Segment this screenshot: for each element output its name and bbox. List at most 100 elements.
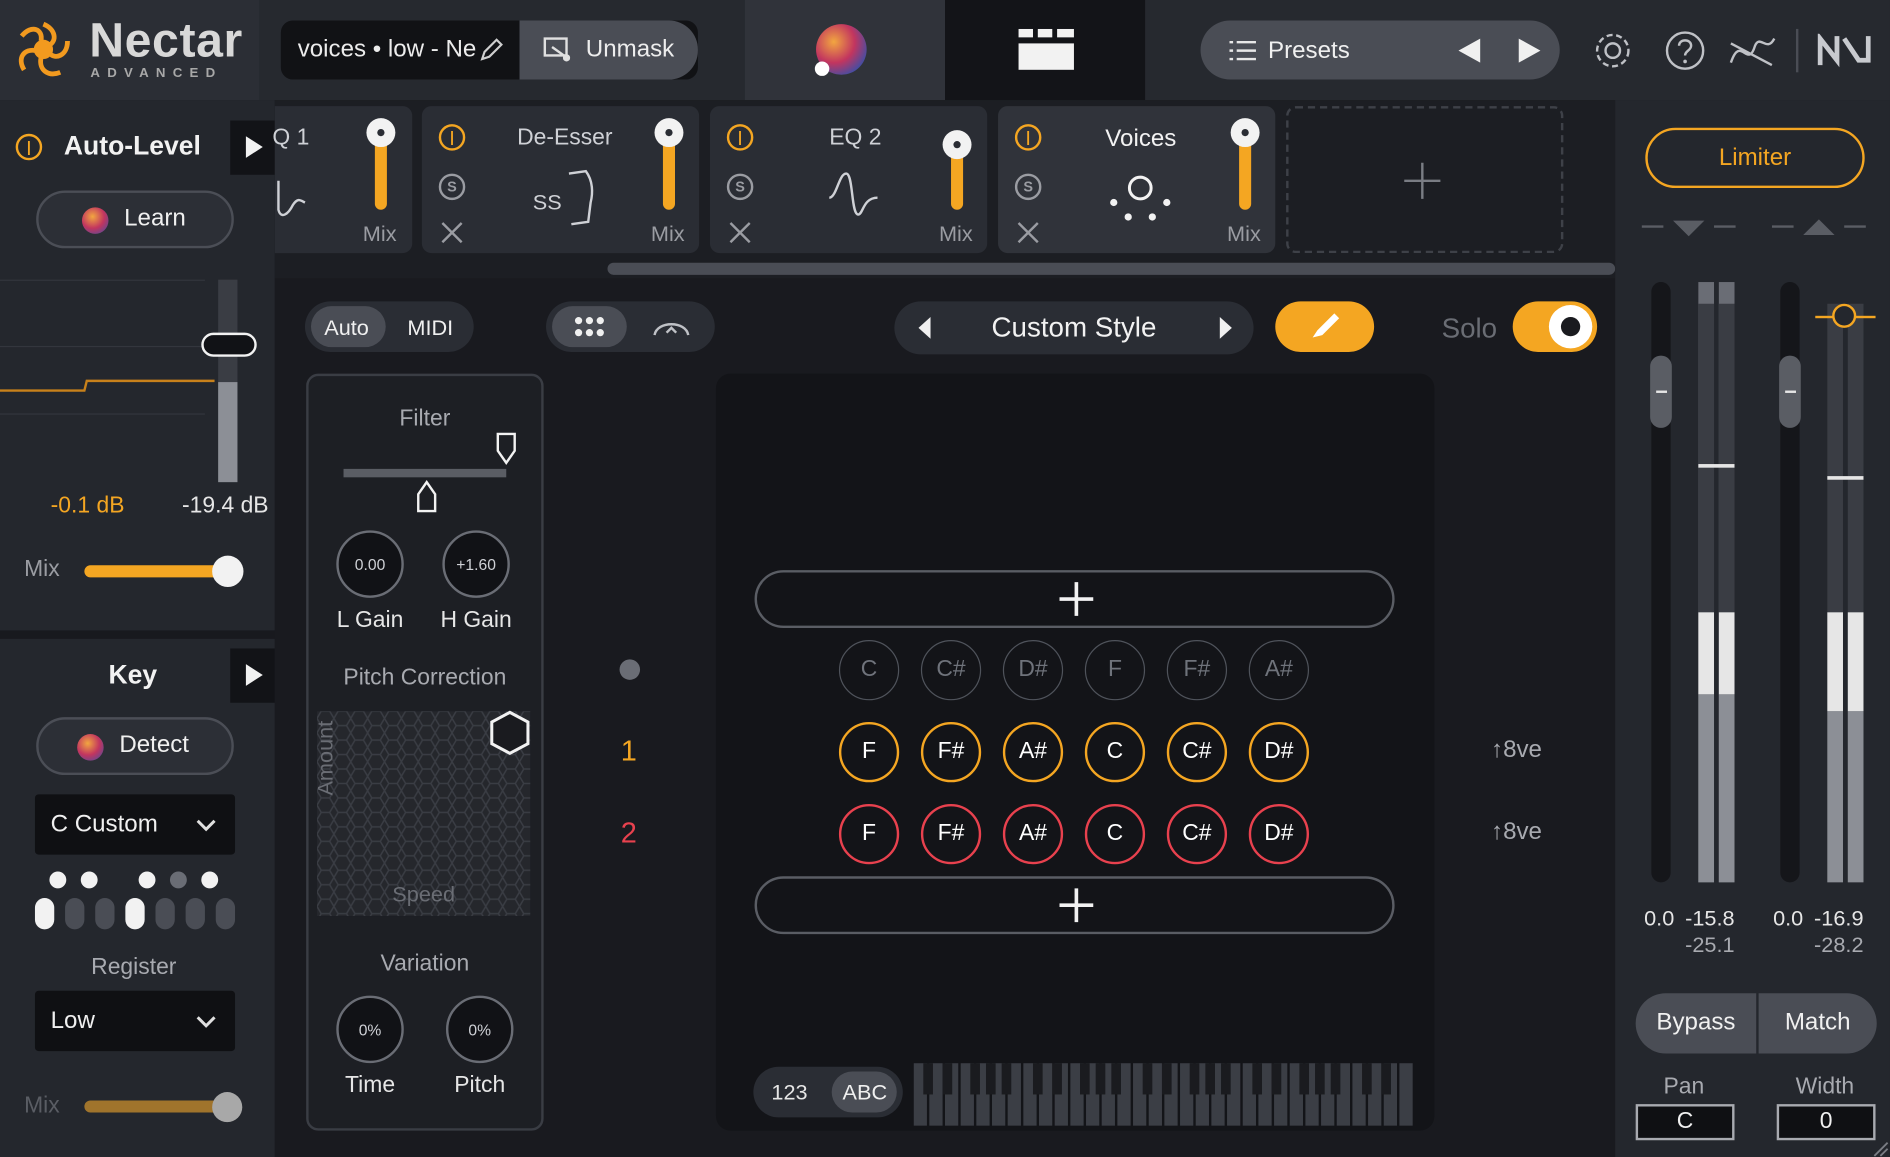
key-mix-handle[interactable] <box>212 1092 243 1123</box>
voices-solo-icon[interactable]: S <box>1014 173 1042 201</box>
de-esser-power-icon[interactable]: | <box>438 124 466 151</box>
svg-text:SS: SS <box>533 190 562 215</box>
module-strip-scrollbar[interactable] <box>607 262 1616 275</box>
voice-1-note[interactable]: C# <box>1166 722 1228 783</box>
limiter-label: Limiter <box>1718 144 1792 172</box>
style-name[interactable]: Custom Style <box>894 311 1253 344</box>
key-title: Key <box>108 659 158 690</box>
detect-label: Detect <box>119 731 190 759</box>
auto-level-title: Auto-Level <box>63 130 201 161</box>
width-label: Width <box>1795 1073 1855 1100</box>
scale-note-d-sharp[interactable]: D# <box>1002 640 1064 701</box>
voice-2-note[interactable]: A# <box>1002 803 1064 865</box>
voice-1-number: 1 <box>620 735 637 768</box>
mode-auto-label: Auto <box>324 315 369 340</box>
voice-1-octave[interactable]: ↑8ve <box>1491 736 1542 764</box>
detect-orb-icon <box>77 734 104 761</box>
edit-pencil-icon[interactable] <box>479 36 506 63</box>
auto-level-target-handle[interactable] <box>201 332 257 357</box>
izotope-link-icon[interactable] <box>1726 29 1777 72</box>
register-chevron-icon <box>196 1016 216 1028</box>
module-voices-mix-handle[interactable] <box>1230 118 1260 148</box>
pitch-correction-handle[interactable] <box>488 710 531 756</box>
module-de-esser-name: De-Esser <box>517 125 613 151</box>
pitch-correction-label: Pitch Correction <box>343 665 507 691</box>
voices-icon <box>1110 175 1171 221</box>
brand-subtitle: ADVANCED <box>90 66 223 81</box>
key-scale-value: C Custom <box>50 811 158 838</box>
voice-1-note[interactable]: F# <box>920 722 982 783</box>
scale-note-f-sharp[interactable]: F# <box>1166 640 1228 701</box>
variation-pitch-knob[interactable]: 0% <box>445 995 514 1064</box>
voice-2-note[interactable]: C <box>1084 803 1146 865</box>
octave-up-arrow-icon: ↑ <box>1491 736 1504 763</box>
settings-gear-icon[interactable] <box>1591 29 1634 72</box>
solo-toggle-dot <box>1560 317 1581 337</box>
h-gain-label: H Gain <box>440 607 512 633</box>
auto-level-mix-label: Mix <box>24 556 60 583</box>
auto-level-power-icon[interactable]: | <box>15 133 43 161</box>
voice-1-note[interactable]: A# <box>1002 722 1064 783</box>
presets-button[interactable]: Presets <box>1268 37 1350 65</box>
mode-midi-button[interactable]: MIDI <box>407 316 453 341</box>
l-gain-label: L Gain <box>336 607 404 633</box>
limiter-threshold-handle[interactable] <box>1832 303 1857 328</box>
scale-note-a-sharp[interactable]: A# <box>1248 640 1310 701</box>
preset-name-field[interactable]: voices • low - Ne <box>298 36 477 64</box>
filter-low-handle[interactable] <box>416 480 438 514</box>
add-module-plus-icon <box>1404 162 1441 199</box>
module-de-esser-mix-handle[interactable] <box>654 118 684 148</box>
filter-high-handle[interactable] <box>495 432 517 466</box>
module-eq2-mix: Mix <box>938 221 973 246</box>
resize-grip-icon[interactable] <box>1872 1140 1889 1157</box>
module-eq2-name: EQ 2 <box>829 125 882 151</box>
voice-grid <box>715 373 1435 1131</box>
learn-orb-icon <box>81 207 109 234</box>
module-eq2-mix-handle[interactable] <box>942 130 972 160</box>
help-icon[interactable] <box>1663 29 1706 72</box>
l-gain-knob[interactable]: 0.00 <box>336 530 404 598</box>
next-style-icon[interactable] <box>1217 316 1234 340</box>
output-rms-value: -16.9 <box>1814 906 1864 931</box>
filter-range-slider[interactable] <box>343 468 507 478</box>
previous-preset-icon[interactable] <box>1456 37 1483 64</box>
scale-note-c-sharp[interactable]: C# <box>920 640 982 701</box>
voice-2-note[interactable]: D# <box>1248 803 1310 865</box>
voices-remove-icon[interactable] <box>1015 219 1042 246</box>
auto-level-gain-value: -0.1 dB <box>50 492 125 519</box>
curve-view-icon[interactable] <box>652 316 691 338</box>
voice-1-note[interactable]: D# <box>1248 722 1310 783</box>
de-esser-solo-icon[interactable]: S <box>438 173 466 201</box>
key-expand-arrow-icon <box>245 664 263 686</box>
eq2-remove-icon[interactable] <box>727 219 754 246</box>
auto-level-mix-handle[interactable] <box>212 555 244 588</box>
piano-keyboard[interactable] <box>913 1063 1415 1126</box>
module-eq1-mix-handle[interactable] <box>366 118 396 148</box>
ni-logo-icon[interactable] <box>1817 33 1871 68</box>
list-icon <box>1229 40 1256 61</box>
voice-1-note[interactable]: C <box>1084 722 1146 783</box>
eq2-curve-icon <box>828 172 878 216</box>
learn-label: Learn <box>124 204 186 232</box>
h-gain-knob[interactable]: +1.60 <box>442 530 510 598</box>
scale-note-f[interactable]: F <box>1084 640 1146 701</box>
de-esser-remove-icon[interactable] <box>439 219 466 246</box>
register-label: Register <box>91 954 177 980</box>
eq2-solo-icon[interactable]: S <box>726 173 754 201</box>
eq2-power-icon[interactable]: | <box>726 124 754 151</box>
pan-label: Pan <box>1663 1073 1705 1100</box>
voice-1-note[interactable]: F <box>838 722 900 783</box>
voice-2-note[interactable]: F# <box>920 803 982 865</box>
variation-time-knob[interactable]: 0% <box>336 995 404 1064</box>
module-eq2-mix-fader[interactable] <box>951 151 964 210</box>
next-preset-icon[interactable] <box>1516 37 1543 64</box>
voice-2-octave[interactable]: ↑8ve <box>1491 818 1542 846</box>
voice-2-note[interactable]: F <box>838 803 900 865</box>
voice-2-note[interactable]: C# <box>1166 803 1228 865</box>
width-value: 0 <box>1819 1108 1833 1135</box>
scale-note-c[interactable]: C <box>838 640 900 701</box>
label-mode-numbers[interactable]: 123 <box>771 1080 807 1105</box>
module-grid-icon <box>1018 28 1074 70</box>
key-mini-keyboard[interactable] <box>34 868 239 933</box>
voices-power-icon[interactable]: | <box>1014 124 1042 151</box>
